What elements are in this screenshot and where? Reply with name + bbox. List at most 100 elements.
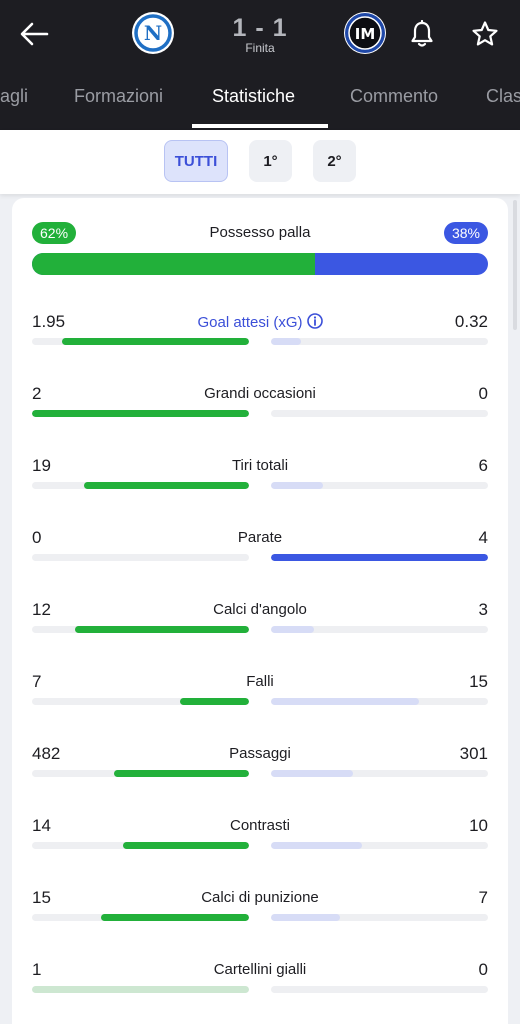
stat-row: 12 Calci d'angolo 3 [12,600,508,656]
stat-home-bar [75,626,249,633]
stat-away-track [271,626,488,633]
napoli-crest-icon: N [134,14,172,52]
possession-home-fill [32,253,315,275]
stat-home-track [32,842,249,849]
stat-away-track [271,842,488,849]
stat-row: 1.95 Goal attesi (xG) 0.32 [12,312,508,368]
stat-row: 0 Parate 4 [12,528,508,584]
stat-label-text: Parate [237,529,283,546]
stat-away-track [271,698,488,705]
stat-away-bar [271,842,363,849]
period-second-half-button[interactable]: 2° [313,140,356,182]
stat-home-track [32,554,249,561]
stat-label: Contrasti [12,817,508,834]
period-first-half-button[interactable]: 1° [249,140,292,182]
home-team-logo[interactable]: N [132,12,174,54]
stat-row: 14 Contrasti 10 [12,816,508,872]
stat-away-track [271,770,488,777]
stat-away-track [271,914,488,921]
possession-bar [32,253,488,275]
stat-label-text: Calci d'angolo [213,601,307,618]
stat-away-value: 0 [478,960,488,979]
stat-label-text: Goal attesi (xG) [197,314,303,331]
tab-commento[interactable]: Commento [350,86,438,107]
stat-label: Parate [12,529,508,546]
stat-row: 482 Passaggi 301 [12,744,508,800]
stat-row: 1 Cartellini gialli 0 [12,960,508,1016]
favorite-button[interactable] [464,14,506,54]
stat-away-value: 0 [478,384,488,403]
stat-away-bar [271,698,419,705]
away-logo-letters: IM [355,25,376,43]
stat-home-track [32,770,249,777]
stat-away-bar [271,338,302,345]
stat-home-bar [62,338,249,345]
arrow-left-icon [20,22,49,46]
away-team-logo[interactable]: IM [344,12,386,54]
stat-away-bar [271,626,315,633]
stat-label-text: Passaggi [229,745,291,762]
stat-label: Passaggi [12,745,508,762]
stat-away-value: 7 [478,888,488,907]
possession-away-badge: 38% [443,222,488,244]
tab-dettagli[interactable]: agli [0,86,28,107]
stat-label: Tiri totali [12,457,508,474]
stat-row: 7 Falli 15 [12,672,508,728]
stat-home-bar [101,914,249,921]
tab-formazioni[interactable]: Formazioni [74,86,163,107]
stat-label: Cartellini gialli [12,961,508,978]
home-logo-letter: N [144,21,162,45]
stat-away-bar [271,770,354,777]
stat-home-bar [32,986,249,993]
stat-label-text: Contrasti [229,817,291,834]
stat-row: 19 Tiri totali 6 [12,456,508,512]
stat-away-bar [271,482,324,489]
stat-home-bar [32,410,249,417]
star-icon [472,21,498,46]
info-icon[interactable] [306,313,323,329]
stat-away-bar [271,914,341,921]
stat-label-text: Tiri totali [231,457,289,474]
stat-home-bar [114,770,249,777]
stat-away-value: 10 [469,816,488,835]
inter-crest-icon: IM [345,13,385,53]
notifications-button[interactable] [402,14,442,54]
stat-away-value: 6 [478,456,488,475]
stat-label: Calci di punizione [12,889,508,906]
back-button[interactable] [14,14,54,54]
tab-classifica[interactable]: Clas [486,86,520,107]
stat-row: 15 Calci di punizione 7 [12,888,508,944]
stat-away-value: 3 [478,600,488,619]
stat-label-text: Grandi occasioni [204,385,316,402]
stat-label-text: Calci di punizione [201,889,319,906]
stat-home-track [32,410,249,417]
active-tab-indicator [192,124,328,128]
stat-home-track [32,626,249,633]
tab-statistiche[interactable]: Statistiche [212,86,295,107]
match-score: 1 - 1 [232,14,288,42]
stat-away-bar [271,554,488,561]
match-status: Finita [245,41,275,55]
stat-label-text: Falli [246,673,274,690]
stat-away-value: 4 [478,528,488,547]
stat-away-track [271,554,488,561]
stat-away-value: 301 [459,744,488,763]
stat-home-bar [123,842,249,849]
stat-home-track [32,482,249,489]
match-header: N 1 - 1 Finita IM agli Formazioni Statis… [0,0,520,130]
period-all-button[interactable]: TUTTI [164,140,228,182]
stat-home-track [32,914,249,921]
possession-home-badge: 62% [32,222,77,244]
stat-label-text: Cartellini gialli [213,961,307,978]
scrollbar[interactable] [513,200,517,330]
match-tabs: agli Formazioni Statistiche Commento Cla… [0,78,520,130]
stat-away-track [271,338,488,345]
stat-label[interactable]: Goal attesi (xG) [12,313,508,331]
stats-card: Possesso palla 62% 38% 1.95 Goal attesi (… [12,198,508,1024]
stat-label: Grandi occasioni [12,385,508,402]
possession-label: Possesso palla [209,224,311,241]
stat-away-value: 15 [469,672,488,691]
bell-icon [411,20,433,47]
stat-row: 2 Grandi occasioni 0 [12,384,508,440]
stat-home-track [32,698,249,705]
